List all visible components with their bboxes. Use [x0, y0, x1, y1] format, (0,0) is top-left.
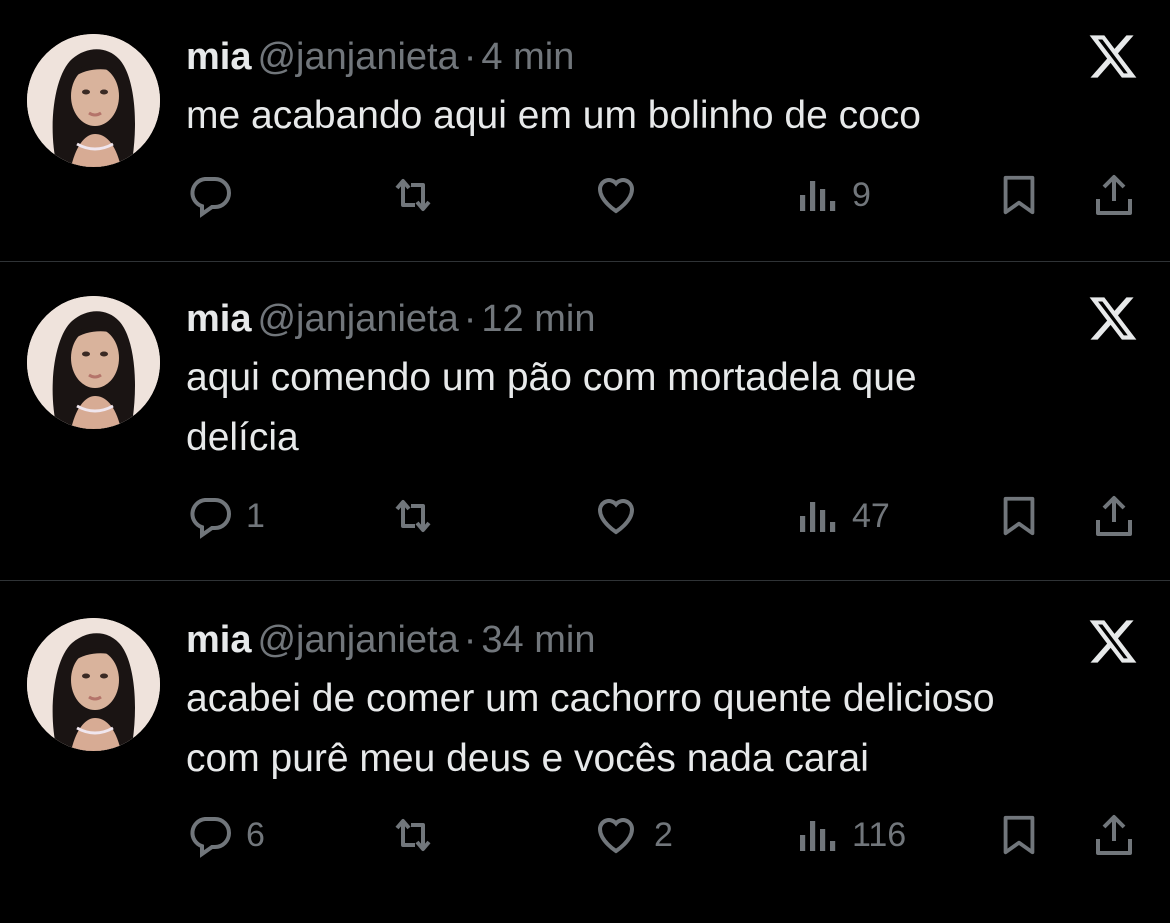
display-name[interactable]: mia — [186, 298, 251, 340]
reply-button[interactable] — [186, 165, 246, 225]
display-name[interactable]: mia — [186, 36, 251, 78]
retweet-icon — [395, 500, 431, 532]
reply-button[interactable]: 1 — [186, 486, 265, 546]
action-bar: 1 47 — [0, 486, 1170, 546]
views-icon — [800, 181, 836, 211]
share-button[interactable] — [1090, 165, 1138, 225]
avatar[interactable] — [27, 618, 160, 751]
avatar[interactable] — [27, 296, 160, 429]
like-icon — [597, 178, 635, 214]
view-count: 9 — [852, 175, 871, 214]
bookmark-button[interactable] — [996, 805, 1042, 865]
tweet-header: mia @janjanieta · 4 min — [186, 35, 574, 79]
tweet-text: me acabando aqui em um bolinho de coco — [186, 94, 921, 137]
like-icon — [597, 499, 635, 535]
timestamp[interactable]: 4 min — [481, 36, 574, 78]
bookmark-button[interactable] — [996, 486, 1042, 546]
retweet-button[interactable] — [384, 805, 454, 865]
like-icon — [597, 818, 635, 854]
x-logo-icon — [1084, 30, 1142, 82]
display-name[interactable]: mia — [186, 619, 251, 661]
share-icon — [1096, 496, 1132, 536]
tweet-header: mia @janjanieta · 34 min — [186, 618, 595, 662]
share-button[interactable] — [1090, 805, 1138, 865]
x-logo-icon — [1084, 615, 1142, 667]
action-bar: 9 — [0, 165, 1170, 225]
retweet-button[interactable] — [384, 165, 454, 225]
like-button[interactable] — [590, 486, 654, 546]
action-bar: 6 2 116 — [0, 805, 1170, 865]
like-button[interactable]: 2 — [590, 805, 673, 865]
reply-icon — [190, 817, 231, 858]
reply-icon — [190, 498, 231, 539]
bookmark-icon — [1003, 496, 1035, 536]
share-button[interactable] — [1090, 486, 1138, 546]
tweet-text: aqui comendo um pão com mortadela que de… — [186, 356, 917, 459]
views-icon — [800, 502, 836, 532]
separator-dot: · — [463, 36, 477, 78]
views-icon — [800, 821, 836, 851]
like-count: 2 — [654, 815, 673, 854]
tweet[interactable]: mia @janjanieta · 4 min me acabando aqui em… — [0, 0, 1170, 262]
timestamp[interactable]: 12 min — [481, 298, 595, 340]
view-count: 116 — [852, 815, 907, 854]
reply-count: 6 — [246, 815, 265, 854]
views-button[interactable]: 9 — [796, 165, 871, 225]
avatar[interactable] — [27, 34, 160, 167]
like-button[interactable] — [590, 165, 654, 225]
bookmark-button[interactable] — [996, 165, 1042, 225]
tweet[interactable]: mia @janjanieta · 12 min aqui comendo um pã… — [0, 262, 1170, 581]
user-handle[interactable]: @janjanieta — [257, 36, 458, 78]
retweet-icon — [395, 819, 431, 851]
bookmark-icon — [1003, 175, 1035, 215]
share-icon — [1096, 175, 1132, 215]
bookmark-icon — [1003, 815, 1035, 855]
user-handle[interactable]: @janjanieta — [257, 619, 458, 661]
retweet-icon — [395, 179, 431, 211]
share-icon — [1096, 815, 1132, 855]
reply-count: 1 — [246, 496, 265, 535]
tweet-text: acabei de comer um cachorro quente delic… — [186, 677, 995, 780]
separator-dot: · — [463, 619, 477, 661]
x-logo-icon — [1084, 292, 1142, 344]
retweet-button[interactable] — [384, 486, 454, 546]
view-count: 47 — [852, 496, 890, 535]
separator-dot: · — [463, 298, 477, 340]
tweet-header: mia @janjanieta · 12 min — [186, 297, 595, 341]
avatar-image — [27, 296, 160, 429]
tweet[interactable]: mia @janjanieta · 34 min acabei de comer um… — [0, 581, 1170, 923]
views-button[interactable]: 47 — [796, 486, 890, 546]
reply-button[interactable]: 6 — [186, 805, 265, 865]
avatar-image — [27, 618, 160, 751]
reply-icon — [190, 177, 231, 218]
timestamp[interactable]: 34 min — [481, 619, 595, 661]
views-button[interactable]: 116 — [796, 805, 906, 865]
user-handle[interactable]: @janjanieta — [257, 298, 458, 340]
avatar-image — [27, 34, 160, 167]
